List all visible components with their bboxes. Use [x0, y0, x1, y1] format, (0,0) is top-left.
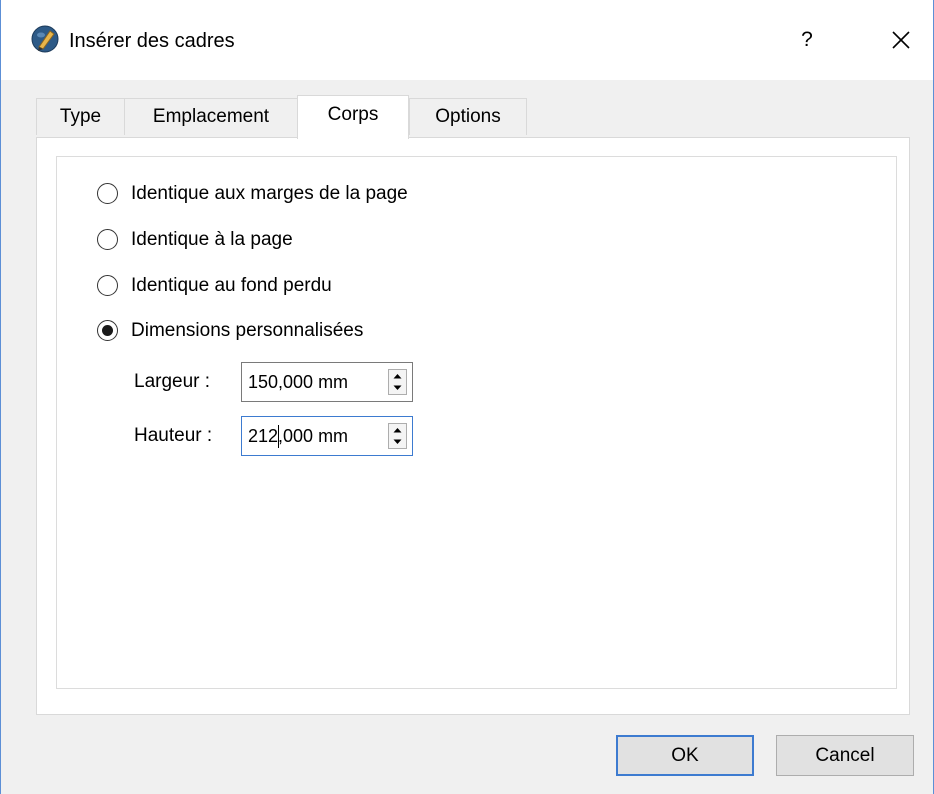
- spin-down-arrow-icon[interactable]: [389, 382, 406, 394]
- radio-selected-dot: [102, 325, 113, 336]
- help-button[interactable]: ?: [787, 18, 827, 62]
- width-label: Largeur :: [134, 371, 211, 392]
- height-spin-buttons[interactable]: [388, 423, 407, 449]
- close-button[interactable]: [879, 18, 923, 62]
- height-spinbox[interactable]: 212,000 mm: [241, 416, 413, 456]
- height-label: Hauteur :: [134, 425, 213, 446]
- tab-type[interactable]: Type: [36, 98, 125, 135]
- radio-label: Identique au fond perdu: [131, 275, 332, 296]
- tab-options[interactable]: Options: [409, 98, 527, 135]
- radio-label: Dimensions personnalisées: [131, 320, 364, 341]
- dialog-title: Insérer des cadres: [69, 30, 235, 52]
- height-value[interactable]: 212,000 mm: [248, 417, 348, 455]
- radio-button[interactable]: [97, 183, 118, 204]
- size-options-group: Identique aux marges de la page Identiqu…: [56, 156, 897, 689]
- width-spinbox[interactable]: 150,000 mm: [241, 362, 413, 402]
- insert-frames-dialog: Insérer des cadres ? Type Emplacement Co…: [0, 0, 934, 794]
- title-bar[interactable]: Insérer des cadres ?: [1, 0, 933, 80]
- radio-label: Identique à la page: [131, 229, 293, 250]
- ok-button[interactable]: OK: [616, 735, 754, 776]
- spin-up-arrow-icon[interactable]: [389, 424, 406, 436]
- width-value[interactable]: 150,000 mm: [248, 363, 348, 401]
- width-spin-buttons[interactable]: [388, 369, 407, 395]
- tab-emplacement[interactable]: Emplacement: [124, 98, 298, 135]
- radio-label: Identique aux marges de la page: [131, 183, 408, 204]
- spin-down-arrow-icon[interactable]: [389, 436, 406, 448]
- cancel-button[interactable]: Cancel: [776, 735, 914, 776]
- spin-up-arrow-icon[interactable]: [389, 370, 406, 382]
- close-icon: [892, 31, 910, 49]
- text-caret: [278, 425, 279, 448]
- scribus-pen-icon: [31, 25, 59, 53]
- radio-button-checked[interactable]: [97, 320, 118, 341]
- radio-button[interactable]: [97, 229, 118, 250]
- tab-corps[interactable]: Corps: [297, 95, 409, 139]
- tab-panel-corps: Identique aux marges de la page Identiqu…: [36, 137, 910, 715]
- radio-button[interactable]: [97, 275, 118, 296]
